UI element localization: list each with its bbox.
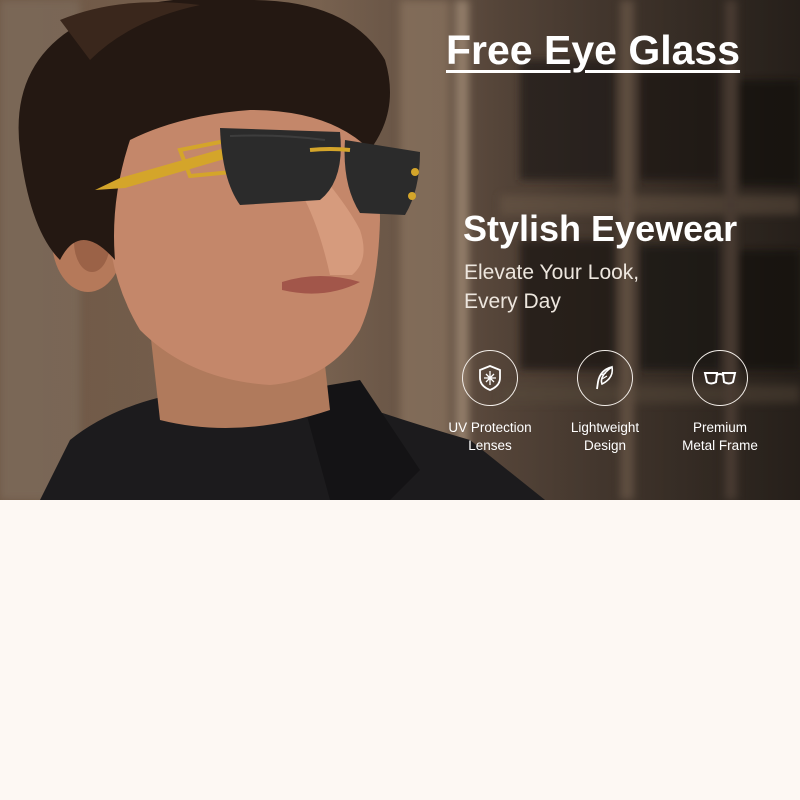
- tagline-line-2: Every Day: [464, 290, 561, 313]
- feature-label-line2: Design: [583, 438, 627, 453]
- feature-label-line2: Metal Frame: [682, 438, 758, 453]
- feature-premium-frame: Premium Metal Frame: [660, 350, 780, 455]
- glasses-icon: [703, 372, 737, 385]
- feature-label-line2: Lenses: [468, 438, 512, 453]
- feature-lightweight: Lightweight Design: [545, 350, 665, 455]
- hero-banner: Free Eye Glass Stylish Eyewear Elevate Y…: [0, 0, 800, 500]
- free-eye-glass-title: Free Eye Glass: [446, 27, 741, 73]
- feature-icon-circle: [462, 350, 518, 406]
- feather-icon: [596, 365, 614, 390]
- feature-uv-protection: UV Protection Lenses: [430, 350, 550, 455]
- headline: Stylish Eyewear: [463, 208, 738, 249]
- feature-label-line1: Lightweight: [570, 420, 640, 435]
- feature-icon-circle: [577, 350, 633, 406]
- tagline-line-1: Elevate Your Look,: [464, 261, 640, 284]
- shield-icon: [479, 365, 501, 391]
- feature-label-line1: UV Protection: [448, 420, 532, 435]
- feature-label-line1: Premium: [692, 420, 747, 435]
- feature-icon-circle: [692, 350, 748, 406]
- blank-content-area: [0, 500, 800, 800]
